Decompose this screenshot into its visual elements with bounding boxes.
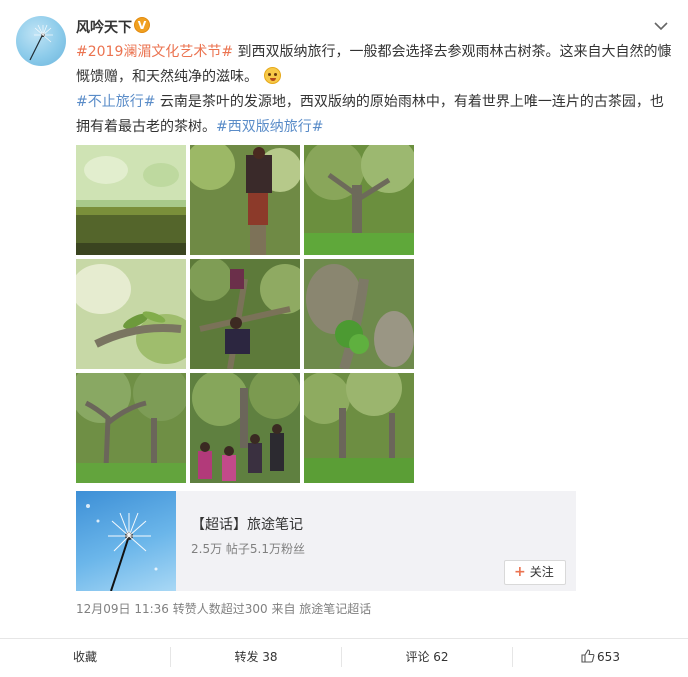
like-button[interactable]: 653 <box>513 639 688 677</box>
image-grid <box>76 145 414 483</box>
topic-tag-travel[interactable]: #不止旅行# <box>76 94 155 110</box>
topic-tag-xishuangbanna[interactable]: #西双版纳旅行# <box>216 119 323 135</box>
follow-label: 关注 <box>529 565 554 579</box>
thumbs-up-icon <box>581 649 595 663</box>
collect-button[interactable]: 收藏 <box>0 639 170 677</box>
photo-old-tea-tree[interactable] <box>304 145 414 255</box>
post-text-2: 云南是茶叶的发源地，西双版纳的原始雨林中，有着世界上唯一连片的古茶园，也拥有着最… <box>76 94 664 135</box>
follow-button[interactable]: + 关注 <box>504 560 566 585</box>
repost-button[interactable]: 转发 38 <box>171 639 341 677</box>
photo-trunk-with-fern[interactable] <box>304 259 414 369</box>
username[interactable]: 风吟天下 <box>76 17 132 37</box>
action-bar: 收藏 转发 38 评论 62 653 <box>0 639 688 677</box>
super-topic-stats: 2.5万 帖子5.1万粉丝 <box>191 542 305 556</box>
weibo-post: 风吟天下 V #2019澜湄文化艺术节# 到西双版纳旅行，一般都会选择去参观雨林… <box>0 0 688 677</box>
photo-moss-closeup[interactable] <box>76 145 186 255</box>
photo-pickers-on-branches[interactable] <box>190 259 300 369</box>
like-count: 653 <box>597 650 620 664</box>
post-text-paragraph-2: #不止旅行# 云南是茶叶的发源地，西双版纳的原始雨林中，有着世界上唯一连片的古茶… <box>76 90 676 140</box>
photo-tea-garden[interactable] <box>304 373 414 483</box>
super-topic-title[interactable]: 【超话】旅途笔记 <box>191 514 303 534</box>
photo-group-of-people[interactable] <box>190 373 300 483</box>
post-text-paragraph-1: #2019澜湄文化艺术节# 到西双版纳旅行，一般都会选择去参观雨林古树茶。这来自… <box>76 40 676 90</box>
post-meta: 12月09日 11:36 转赞人数超过300 来自 旅途笔记超话 <box>76 602 372 616</box>
photo-person-in-tree[interactable] <box>190 145 300 255</box>
avatar[interactable] <box>16 16 66 66</box>
comment-button[interactable]: 评论 62 <box>342 639 512 677</box>
photo-forest-path[interactable] <box>76 373 186 483</box>
super-topic-card[interactable]: 【超话】旅途笔记 2.5万 帖子5.1万粉丝 + 关注 <box>76 491 576 591</box>
smile-emoji-icon <box>264 67 281 84</box>
super-topic-thumbnail <box>76 491 176 591</box>
plus-icon: + <box>514 564 526 580</box>
dandelion-avatar-image <box>29 24 53 61</box>
topic-tag-festival[interactable]: #2019澜湄文化艺术节# <box>76 44 233 60</box>
chevron-down-icon[interactable] <box>652 18 670 32</box>
verified-badge-icon: V <box>134 17 150 33</box>
photo-tea-leaves-blur[interactable] <box>76 259 186 369</box>
